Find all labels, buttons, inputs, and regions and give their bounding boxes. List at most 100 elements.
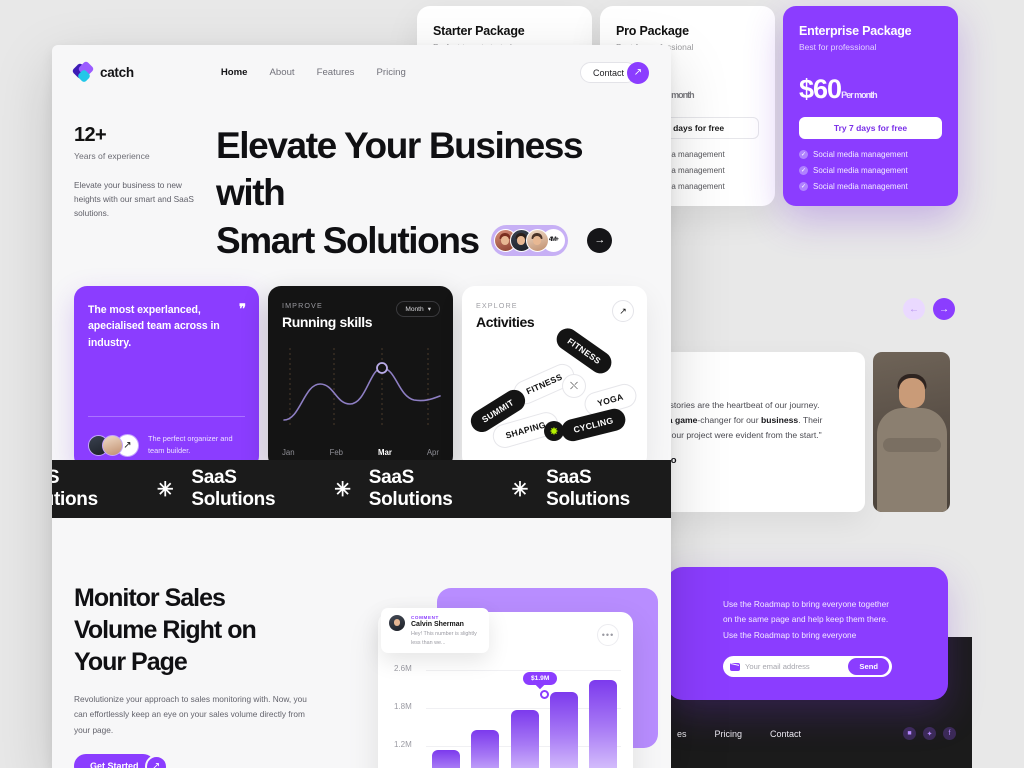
nav-item-features[interactable]: Features	[317, 67, 355, 78]
nav-item-about[interactable]: About	[270, 67, 295, 78]
running-skills-chart	[278, 344, 443, 432]
diamond-logo-icon	[71, 60, 95, 84]
monitor-sales-copy: Monitor Sales Volume Right on Your Page …	[74, 582, 314, 768]
month-select[interactable]: Month ▾	[396, 301, 440, 318]
hero-description: Elevate your business to new heights wit…	[74, 180, 194, 219]
team-testimonial-footer: ↗ The perfect organizer and team builder…	[88, 433, 245, 457]
title-line2: Volume Right on	[74, 616, 257, 644]
team-testimonial-text: The most experlanced, apecialised team a…	[88, 304, 220, 349]
check-icon: ✓	[799, 150, 808, 159]
month-label: Jan	[282, 448, 295, 458]
testimonial-portrait	[873, 352, 950, 512]
newsletter-form: Your email address Send	[723, 656, 892, 678]
arrow-up-right-icon[interactable]: ↗	[626, 61, 649, 84]
pricing-trial-button[interactable]: Try 7 days for free	[799, 117, 942, 139]
check-icon: ✓	[799, 182, 808, 191]
footer-link[interactable]: Contact	[770, 729, 801, 739]
asterisk-icon: ✳	[156, 478, 174, 501]
envelope-icon	[730, 662, 740, 671]
navbar: catch Home About Features Pricing Contac…	[52, 45, 671, 100]
marquee-text: SaaS Solutions	[546, 467, 630, 510]
chart-value-tooltip: $1.9M	[523, 672, 558, 685]
instagram-icon[interactable]: ■	[903, 727, 916, 740]
marquee-text: SaaS Solutions	[52, 467, 98, 510]
nav-links: Home About Features Pricing	[221, 67, 406, 78]
twitter-icon[interactable]: ✦	[923, 727, 936, 740]
quote-mark-icon: ❞	[239, 301, 246, 317]
avatar-group: ↗	[88, 433, 139, 457]
divider	[88, 416, 245, 418]
hero-title: Elevate Your Business with Smart Solutio…	[216, 122, 649, 264]
monitor-sales-section: Monitor Sales Volume Right on Your Page …	[52, 518, 671, 768]
bar	[432, 750, 460, 768]
sparkle-icon: ✸	[544, 421, 564, 442]
brand-name: catch	[100, 65, 134, 80]
hero-title-line2-row: Smart Solutions 4M+ →	[216, 217, 649, 264]
y-tick-label: 1.2M	[394, 740, 412, 749]
arrow-right-icon[interactable]: →	[586, 227, 612, 253]
user-count-pill[interactable]: 4M+	[490, 224, 568, 256]
comment-eyebrow: COMMENT	[411, 615, 439, 620]
arrow-right-icon[interactable]: →	[933, 298, 955, 320]
pricing-feature: ✓ Social media management	[799, 182, 942, 191]
month-label: Feb	[329, 448, 343, 458]
share-nodes-icon[interactable]: ⤬	[562, 374, 586, 399]
card-eyebrow: EXPLORE	[476, 301, 518, 311]
avatar	[525, 228, 549, 252]
nav-item-pricing[interactable]: Pricing	[376, 67, 405, 78]
title-line1: Monitor Sales	[74, 584, 226, 612]
pricing-period: Per month	[841, 90, 878, 100]
pricing-card-enterprise[interactable]: Enterprise Package Best for professional…	[783, 6, 958, 206]
footer-link[interactable]: Pricing	[715, 729, 743, 739]
month-axis-labels: Jan Feb Mar Apr	[282, 448, 439, 457]
pricing-feature-list: ✓ Social media management ✓ Social media m…	[799, 150, 942, 191]
check-icon: ✓	[799, 166, 808, 175]
arrow-left-icon[interactable]: ←	[903, 298, 925, 320]
team-testimonial-card: ❞ The most experlanced, apecialised team…	[74, 286, 259, 470]
pricing-title: Starter Package	[433, 24, 525, 38]
email-input[interactable]: Your email address	[745, 662, 843, 671]
bar	[589, 680, 617, 768]
pricing-feature: ✓ Social media management	[799, 166, 942, 175]
running-skills-card: IMPROVE Running skills Month ▾ Jan Feb M…	[268, 286, 453, 470]
monitor-sales-title: Monitor Sales Volume Right on Your Page	[74, 582, 314, 678]
brand-logo[interactable]: catch	[71, 60, 134, 84]
roadmap-newsletter-block: Use the Roadmap to bring everyone togeth…	[667, 567, 948, 700]
pricing-feature-label: Social media management	[813, 166, 908, 175]
ellipsis-icon[interactable]: •••	[597, 624, 619, 646]
get-started-button[interactable]: Get Started	[74, 754, 155, 768]
chevron-down-icon: ▾	[427, 306, 431, 314]
monitor-sales-paragraph: Revolutionize your approach to sales mon…	[74, 694, 307, 735]
footer-social-links: ■ ✦ f	[903, 727, 956, 740]
foreground-landing-page: catch Home About Features Pricing Contac…	[52, 45, 671, 768]
activity-tag-cloud: FITNESS FITNESS YOGA SUMMIT SHAPING CYCL…	[462, 324, 647, 469]
portrait-head	[898, 378, 925, 408]
bar	[510, 710, 539, 768]
pricing-subtitle: Best for professional	[799, 42, 877, 52]
comment-tooltip-card: COMMENT Calvin Sherman Hey! This number …	[381, 608, 489, 653]
hero-heading-block: Elevate Your Business with Smart Solutio…	[216, 120, 649, 264]
pricing-feature: ✓ Social media management	[799, 150, 942, 159]
nav-item-home[interactable]: Home	[221, 67, 248, 78]
monitor-sales-cta-wrap: Get Started ↗	[74, 754, 314, 768]
testimonial-text-part: -changer for our	[697, 415, 761, 426]
send-button[interactable]: Send	[848, 658, 889, 676]
pricing-feature-label: Social media management	[813, 150, 908, 159]
facebook-icon[interactable]: f	[943, 727, 956, 740]
card-title: Activities	[476, 314, 535, 331]
activities-card: EXPLORE Activities ↗ FITNESS FITNESS YOG…	[462, 286, 647, 470]
chart-data-point-knob	[540, 690, 549, 699]
footer-link[interactable]: es	[677, 729, 687, 739]
month-label-active: Mar	[377, 448, 392, 458]
comment-author: Calvin Sherman	[411, 621, 464, 628]
title-line3: Your Page	[74, 648, 188, 676]
asterisk-icon: ✳	[334, 478, 351, 501]
comment-text: Hey! This number is slightly less than w…	[411, 631, 477, 646]
hero-title-line1: Elevate Your Business with	[216, 125, 584, 214]
month-label: Apr	[426, 448, 439, 458]
footer-nav: es Pricing Contact	[677, 729, 801, 739]
avatar	[389, 615, 405, 631]
bar	[549, 692, 578, 768]
month-select-label: Month	[405, 305, 424, 313]
arrow-up-right-icon[interactable]: ↗	[612, 300, 634, 323]
